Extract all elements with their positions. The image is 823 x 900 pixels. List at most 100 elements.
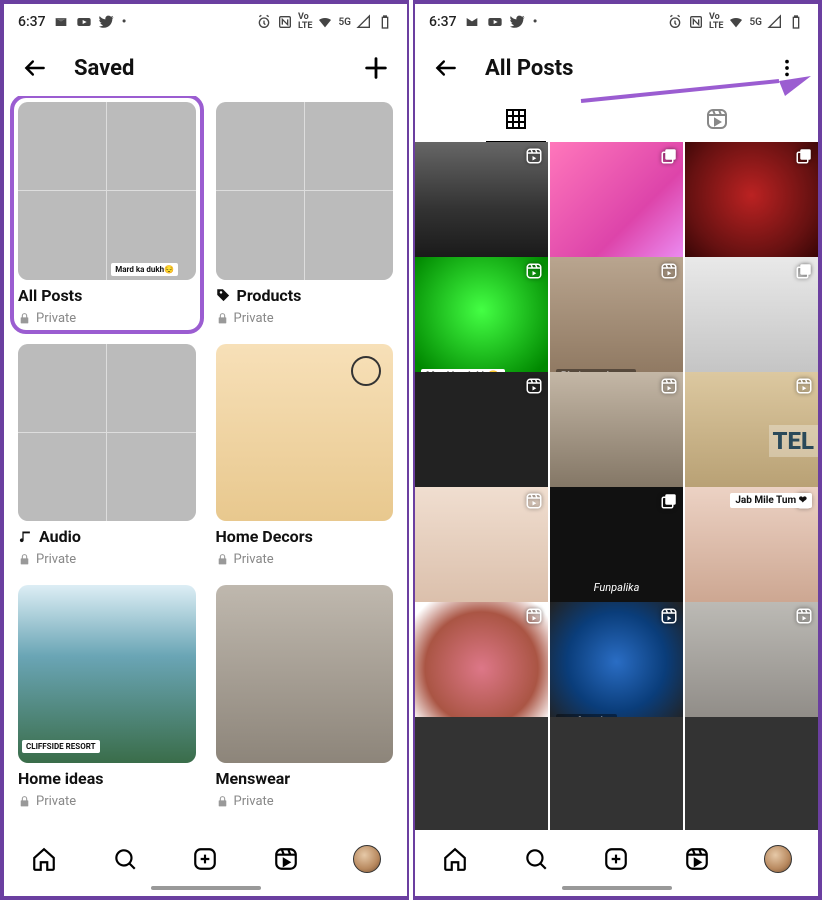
page-title: Saved bbox=[74, 56, 337, 81]
network-5g-label: 5G bbox=[338, 17, 351, 28]
volte-icon: VoLTE bbox=[298, 13, 313, 31]
gmail-icon bbox=[464, 14, 480, 30]
wifi-icon bbox=[317, 14, 333, 30]
youtube-icon bbox=[487, 14, 503, 30]
back-button[interactable] bbox=[429, 51, 463, 85]
nav-search[interactable] bbox=[518, 841, 554, 877]
collection-title: All Posts bbox=[18, 286, 196, 305]
privacy-label: Private bbox=[234, 311, 274, 326]
nav-profile[interactable] bbox=[349, 841, 385, 877]
bottom-nav bbox=[4, 830, 407, 886]
privacy-label: Private bbox=[36, 552, 76, 567]
collection-audio[interactable]: Audio Private bbox=[18, 344, 196, 568]
post-text: Funpalika bbox=[594, 581, 640, 594]
avatar bbox=[764, 845, 792, 873]
battery-icon bbox=[377, 14, 393, 30]
lock-icon bbox=[18, 312, 31, 325]
post-thumb[interactable] bbox=[415, 142, 548, 275]
post-thumb[interactable] bbox=[550, 142, 683, 275]
collection-home-decors[interactable]: Home Decors Private bbox=[216, 344, 394, 568]
nav-create[interactable] bbox=[598, 841, 634, 877]
nav-reels[interactable] bbox=[679, 841, 715, 877]
post-thumb[interactable] bbox=[685, 717, 818, 830]
post-thumb[interactable] bbox=[550, 717, 683, 830]
collection-home-ideas[interactable]: CLIFFSIDE RESORT Home ideas Private bbox=[18, 585, 196, 809]
nav-home[interactable] bbox=[437, 841, 473, 877]
posts-grid[interactable]: Mard ka dukh😬Bhai mereko na TEL Funpalika J… bbox=[415, 142, 818, 830]
thumb-caption: CLIFFSIDE RESORT bbox=[22, 740, 100, 753]
tab-reels[interactable] bbox=[617, 96, 819, 142]
post-thumb[interactable]: Mard ka dukh😬 bbox=[415, 257, 548, 390]
post-thumb[interactable]: Bhai mereko na bbox=[550, 257, 683, 390]
collection-title: Audio bbox=[39, 527, 81, 546]
lock-icon bbox=[216, 312, 229, 325]
alarm-icon bbox=[667, 14, 683, 30]
lock-icon bbox=[18, 553, 31, 566]
add-collection-button[interactable] bbox=[359, 51, 393, 85]
gesture-bar bbox=[151, 886, 261, 890]
alarm-icon bbox=[256, 14, 272, 30]
signal-icon bbox=[767, 14, 783, 30]
phone-all-posts: 6:37 • VoLTE 5G All Posts bbox=[413, 0, 822, 900]
collection-all-posts[interactable]: Mard ka dukh😔 All Posts Private bbox=[16, 100, 198, 328]
thumb-caption: Mard ka dukh😔 bbox=[111, 263, 178, 276]
nav-search[interactable] bbox=[107, 841, 143, 877]
nav-create[interactable] bbox=[187, 841, 223, 877]
more-options-button[interactable] bbox=[770, 51, 804, 85]
privacy-label: Private bbox=[234, 552, 274, 567]
nav-reels[interactable] bbox=[268, 841, 304, 877]
status-time: 6:37 bbox=[429, 14, 457, 30]
post-thumb[interactable] bbox=[415, 717, 548, 830]
collection-menswear[interactable]: Menswear Private bbox=[216, 585, 394, 809]
post-thumb[interactable] bbox=[685, 142, 818, 275]
privacy-label: Private bbox=[36, 311, 76, 326]
privacy-label: Private bbox=[36, 794, 76, 809]
nav-profile[interactable] bbox=[760, 841, 796, 877]
twitter-icon bbox=[510, 14, 526, 30]
music-note-icon bbox=[18, 529, 33, 544]
post-thumb[interactable] bbox=[685, 257, 818, 390]
privacy-label: Private bbox=[234, 794, 274, 809]
nav-home[interactable] bbox=[26, 841, 62, 877]
twitter-icon bbox=[99, 14, 115, 30]
collection-products[interactable]: Products Private bbox=[216, 102, 394, 326]
post-thumb[interactable] bbox=[415, 372, 548, 505]
wifi-icon bbox=[728, 14, 744, 30]
view-tabs bbox=[415, 96, 818, 142]
post-thumb[interactable]: TEL bbox=[685, 372, 818, 505]
status-bar: 6:37 • VoLTE 5G bbox=[415, 4, 818, 40]
network-5g-label: 5G bbox=[749, 17, 762, 28]
collection-title: Home ideas bbox=[18, 769, 196, 788]
lock-icon bbox=[216, 795, 229, 808]
lock-icon bbox=[216, 553, 229, 566]
saved-scroll[interactable]: Mard ka dukh😔 All Posts Private bbox=[4, 96, 407, 830]
header-saved: Saved bbox=[4, 40, 407, 96]
status-bar: 6:37 • VoLTE 5G bbox=[4, 4, 407, 40]
post-thumb[interactable]: Funpalika bbox=[550, 487, 683, 620]
battery-icon bbox=[788, 14, 804, 30]
collection-title: Home Decors bbox=[216, 527, 394, 546]
post-thumb[interactable] bbox=[415, 602, 548, 735]
nfc-icon bbox=[277, 14, 293, 30]
collection-title: Products bbox=[237, 286, 302, 305]
post-thumb[interactable] bbox=[415, 487, 548, 620]
post-thumb[interactable]: my favorite bbox=[550, 602, 683, 735]
tab-grid[interactable] bbox=[415, 96, 617, 142]
gmail-icon bbox=[53, 14, 69, 30]
header-all-posts: All Posts bbox=[415, 40, 818, 96]
page-title: All Posts bbox=[485, 56, 748, 81]
post-thumb[interactable] bbox=[685, 602, 818, 735]
avatar bbox=[353, 845, 381, 873]
lock-icon bbox=[18, 795, 31, 808]
bottom-nav bbox=[415, 830, 818, 886]
post-caption: Jab Mile Tum ❤ bbox=[730, 493, 812, 508]
tag-icon bbox=[216, 288, 231, 303]
more-dot-icon: • bbox=[122, 14, 127, 30]
post-thumb[interactable] bbox=[550, 372, 683, 505]
back-button[interactable] bbox=[18, 51, 52, 85]
gesture-bar bbox=[562, 886, 672, 890]
phone-saved: 6:37 • VoLTE 5G Saved bbox=[0, 0, 409, 900]
post-text: TEL bbox=[769, 425, 818, 457]
signal-icon bbox=[356, 14, 372, 30]
post-thumb[interactable]: Jab Mile Tum ❤ bbox=[685, 487, 818, 620]
